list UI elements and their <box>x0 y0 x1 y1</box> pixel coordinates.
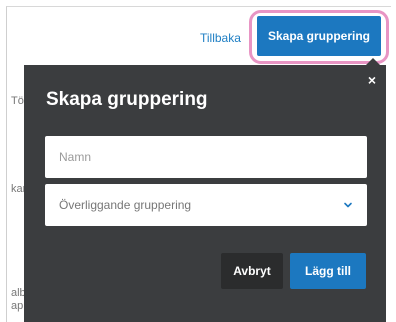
create-grouping-dialog: × Skapa gruppering Överliggande grupperi… <box>24 58 386 322</box>
parent-grouping-select[interactable]: Överliggande gruppering <box>45 184 367 226</box>
name-input[interactable] <box>45 136 367 178</box>
background-text-fragment: ap <box>11 300 24 312</box>
dialog-title: Skapa gruppering <box>46 89 208 110</box>
parent-grouping-selected-value: Överliggande gruppering <box>59 198 192 212</box>
dialog-pointer <box>366 58 380 65</box>
screen: Tör kar alb ap Tillbaka Skapa gruppering… <box>0 0 396 322</box>
add-button[interactable]: Lägg till <box>290 253 366 289</box>
back-link[interactable]: Tillbaka <box>200 31 241 45</box>
close-icon[interactable]: × <box>368 73 376 87</box>
cancel-button[interactable]: Avbryt <box>221 253 283 289</box>
create-grouping-button[interactable]: Skapa gruppering <box>257 16 381 56</box>
chevron-down-icon <box>344 202 352 208</box>
